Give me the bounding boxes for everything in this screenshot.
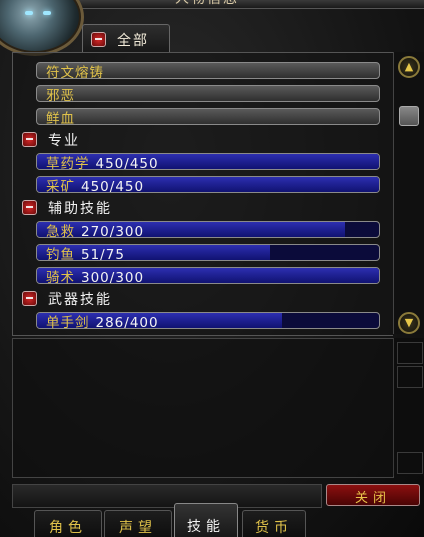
skills-window: 人物信息 全部 符文熔铸 邪恶 鲜血 专业 草药学 450/450 采矿 450/4…: [0, 0, 424, 537]
tab-label: 货币: [255, 520, 293, 536]
bottom-bar: [12, 484, 322, 508]
category-name: 专业: [48, 133, 80, 149]
skill-value: 286/400: [95, 315, 159, 331]
tab-label: 角色: [49, 520, 87, 536]
skill-row[interactable]: 符文熔铸: [36, 62, 380, 81]
tab-skills[interactable]: 技能: [174, 503, 238, 537]
category-name: 辅助技能: [48, 201, 112, 217]
close-button[interactable]: 关闭: [326, 484, 420, 506]
skill-value: 450/450: [81, 179, 145, 195]
filter-tab-all[interactable]: 全部: [82, 24, 170, 53]
window-title: 人物信息: [175, 0, 239, 8]
skill-row[interactable]: 鲜血: [36, 108, 380, 127]
detail-scroll-down[interactable]: [397, 452, 423, 474]
skill-name: 单手剑: [46, 315, 90, 331]
tab-character[interactable]: 角色: [34, 510, 102, 537]
skill-name: 邪恶: [46, 88, 75, 104]
skill-name: 符文熔铸: [46, 65, 104, 81]
skill-value: 51/75: [81, 247, 125, 263]
tab-reputation[interactable]: 声望: [104, 510, 172, 537]
detail-scroll-up[interactable]: [397, 342, 423, 364]
minus-icon: [91, 32, 106, 47]
close-button-label: 关闭: [354, 491, 391, 506]
skill-row[interactable]: 草药学 450/450: [36, 153, 380, 172]
portrait-eye-right: [43, 11, 51, 15]
skill-value: 450/450: [95, 156, 159, 172]
detail-scroll-track[interactable]: [397, 366, 423, 388]
skill-bar: [36, 85, 380, 102]
portrait-eye-left: [25, 11, 33, 15]
skill-value: 270/300: [81, 224, 145, 240]
scroll-down-icon[interactable]: ▼: [398, 312, 420, 334]
skill-bar: [36, 108, 380, 125]
skill-row[interactable]: 钓鱼 51/75: [36, 244, 380, 263]
tab-label: 技能: [187, 519, 225, 535]
filter-tab-label: 全部: [117, 33, 149, 49]
category-name: 武器技能: [48, 292, 112, 308]
tab-label: 声望: [119, 520, 157, 536]
character-portrait: [0, 0, 84, 56]
skill-name: 骑术: [46, 270, 75, 286]
minus-icon[interactable]: [22, 291, 37, 306]
title-bar: [60, 0, 424, 9]
skill-row[interactable]: 急救 270/300: [36, 221, 380, 240]
minus-icon[interactable]: [22, 200, 37, 215]
minus-icon[interactable]: [22, 132, 37, 147]
scroll-thumb[interactable]: [399, 106, 419, 126]
skill-value: 300/300: [81, 270, 145, 286]
skill-detail-panel: [12, 338, 394, 478]
skill-name: 采矿: [46, 179, 75, 195]
skill-row[interactable]: 骑术 300/300: [36, 267, 380, 286]
scroll-up-icon[interactable]: ▲: [398, 56, 420, 78]
skill-row[interactable]: 邪恶: [36, 85, 380, 104]
skill-list-scrollbar[interactable]: ▲ ▼: [393, 52, 424, 334]
detail-scrollbar[interactable]: [393, 338, 424, 476]
skill-name: 草药学: [46, 156, 90, 172]
skill-row[interactable]: 单手剑 286/400: [36, 312, 380, 331]
skill-name: 急救: [46, 224, 75, 240]
skill-row[interactable]: 采矿 450/450: [36, 176, 380, 195]
skill-name: 鲜血: [46, 111, 75, 127]
tab-currency[interactable]: 货币: [242, 510, 306, 537]
skill-name: 钓鱼: [46, 247, 75, 263]
